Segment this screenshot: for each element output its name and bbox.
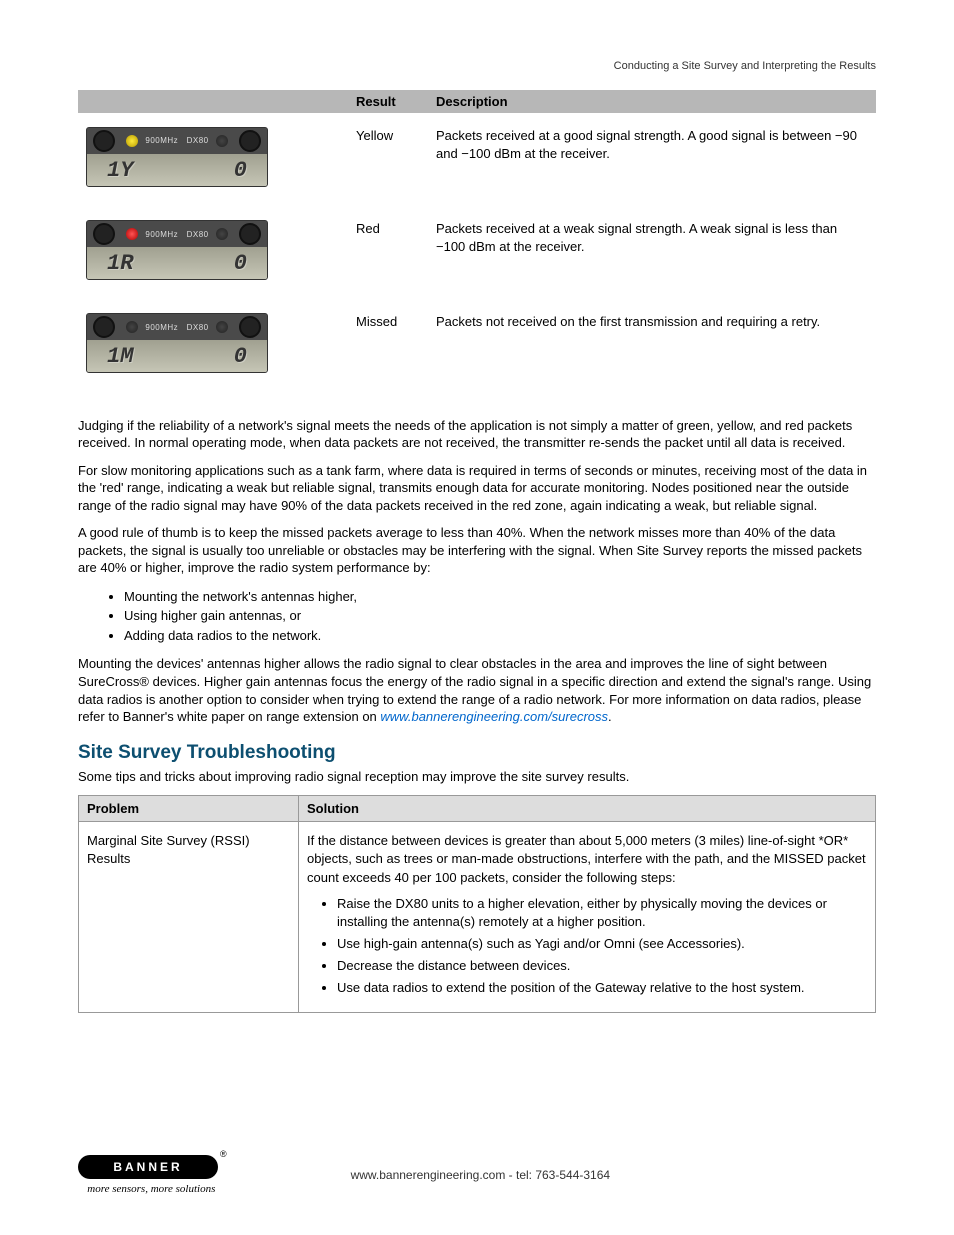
device-label-left: 900MHz	[145, 322, 178, 333]
list-item: Adding data radios to the network.	[124, 626, 876, 646]
lcd-right: 0	[234, 249, 247, 280]
list-item: Use data radios to extend the position o…	[337, 979, 867, 997]
list-item: Using higher gain antennas, or	[124, 606, 876, 626]
solution-intro: If the distance between devices is great…	[307, 833, 866, 884]
dial-icon	[239, 316, 261, 338]
para-1: Judging if the reliability of a network'…	[78, 417, 876, 452]
list-item: Decrease the distance between devices.	[337, 957, 867, 975]
led-off-icon	[216, 135, 228, 147]
results-table: Result Description 900MHz DX80	[78, 90, 876, 393]
trouble-table: Problem Solution Marginal Site Survey (R…	[78, 795, 876, 1013]
led-off-icon	[126, 321, 138, 333]
col-problem: Problem	[79, 796, 299, 822]
registered-icon: ®	[220, 1149, 227, 1159]
device-label-left: 900MHz	[145, 135, 178, 146]
dial-icon	[239, 223, 261, 245]
para-4-b: .	[608, 709, 612, 724]
device-image-red: 900MHz DX80 1R 0	[86, 220, 268, 280]
description-cell: Packets not received on the first transm…	[428, 299, 876, 392]
dial-icon	[239, 130, 261, 152]
list-item: Raise the DX80 units to a higher elevati…	[337, 895, 867, 931]
device-image-missed: 900MHz DX80 1M 0	[86, 313, 268, 373]
lcd-left: 1M	[107, 342, 133, 373]
table-row: 900MHz DX80 1M 0 Missed Packets no	[78, 299, 876, 392]
device-label-left: 900MHz	[145, 229, 178, 240]
improvement-list: Mounting the network's antennas higher, …	[78, 587, 876, 646]
device-label-right: DX80	[187, 135, 209, 146]
page-header: Conducting a Site Survey and Interpretin…	[78, 60, 876, 72]
problem-cell: Marginal Site Survey (RSSI) Results	[79, 822, 299, 1013]
led-red-icon	[126, 228, 138, 240]
banner-logo-icon: BANNER	[78, 1155, 218, 1179]
description-cell: Packets received at a good signal streng…	[428, 113, 876, 206]
result-cell: Red	[348, 206, 428, 299]
list-item: Mounting the network's antennas higher,	[124, 587, 876, 607]
table-row: 900MHz DX80 1R 0 Red Packets recei	[78, 206, 876, 299]
dial-icon	[93, 316, 115, 338]
device-label-right: DX80	[187, 229, 209, 240]
solution-list: Raise the DX80 units to a higher elevati…	[307, 895, 867, 998]
col-result: Result	[348, 90, 428, 113]
para-3: A good rule of thumb is to keep the miss…	[78, 524, 876, 577]
led-yellow-icon	[126, 135, 138, 147]
device-label-right: DX80	[187, 322, 209, 333]
led-off-icon	[216, 321, 228, 333]
device-image-yellow: 900MHz DX80 1Y 0	[86, 127, 268, 187]
col-blank	[78, 90, 348, 113]
lcd-left: 1Y	[107, 156, 133, 187]
led-off-icon	[216, 228, 228, 240]
surecross-link[interactable]: www.bannerengineering.com/surecross	[380, 709, 608, 724]
logo-wrap: BANNER ® more sensors, more solutions	[78, 1155, 225, 1195]
col-solution: Solution	[299, 796, 876, 822]
dial-icon	[93, 223, 115, 245]
list-item: Use high-gain antenna(s) such as Yagi an…	[337, 935, 867, 953]
col-description: Description	[428, 90, 876, 113]
result-cell: Yellow	[348, 113, 428, 206]
lcd-right: 0	[234, 156, 247, 187]
footer: BANNER ® more sensors, more solutions ww…	[0, 1155, 954, 1195]
logo-text: BANNER	[113, 1160, 182, 1174]
lcd-left: 1R	[107, 249, 133, 280]
dial-icon	[93, 130, 115, 152]
troubleshoot-intro: Some tips and tricks about improving rad…	[78, 768, 876, 786]
table-row: 900MHz DX80 1Y 0 Yellow Packets re	[78, 113, 876, 206]
troubleshoot-heading: Site Survey Troubleshooting	[78, 742, 876, 764]
table-row: Marginal Site Survey (RSSI) Results If t…	[79, 822, 876, 1013]
tagline: more sensors, more solutions	[87, 1183, 215, 1195]
lcd-right: 0	[234, 342, 247, 373]
solution-cell: If the distance between devices is great…	[299, 822, 876, 1013]
para-2: For slow monitoring applications such as…	[78, 462, 876, 515]
result-cell: Missed	[348, 299, 428, 392]
description-cell: Packets received at a weak signal streng…	[428, 206, 876, 299]
para-4: Mounting the devices' antennas higher al…	[78, 655, 876, 725]
